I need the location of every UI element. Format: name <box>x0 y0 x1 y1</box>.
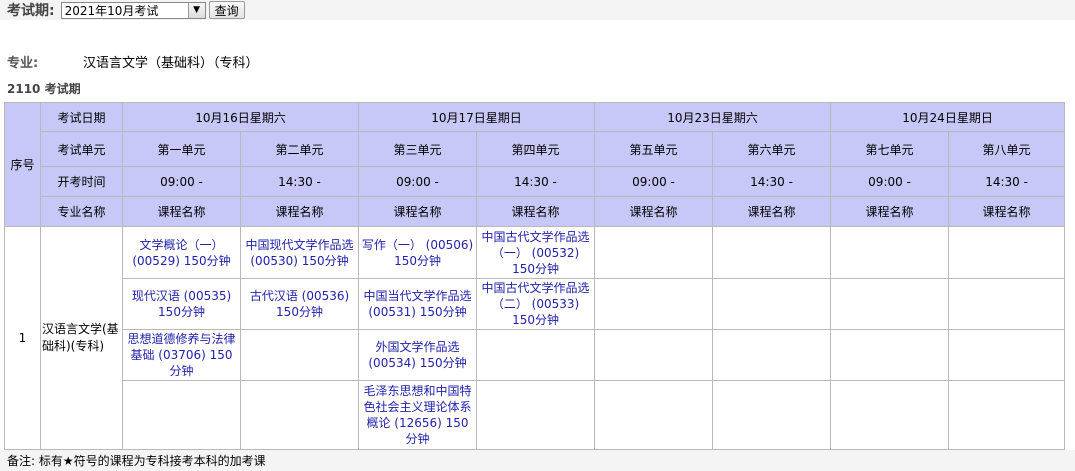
table-row: 毛泽东思想和中国特色社会主义理论体系概论 (12656) 150分钟 <box>5 380 1066 450</box>
course-cell: 写作（一） (00506) 150分钟 <box>358 226 478 279</box>
course-cell <box>830 329 950 381</box>
course-link[interactable]: 写作（一） (00506) 150分钟 <box>361 237 474 269</box>
major-value: 汉语言文学（基础科）（专科） <box>83 56 259 71</box>
footnote: 备注: 标有★符号的课程为专科接考本科的加考课 <box>0 450 1075 471</box>
time-header: 14:30 - <box>712 166 832 197</box>
major-label: 专业: <box>7 56 39 71</box>
seq-cell: 1 <box>4 226 41 450</box>
course-cell <box>239 380 360 450</box>
table-row: 思想道德修养与法律基础 (03706) 150分钟 外国文学作品选(00534) … <box>5 329 1066 381</box>
course-cell <box>830 278 950 330</box>
course-cell: 现代汉语 (00535) 150分钟 <box>122 278 241 330</box>
time-header: 14:30 - <box>948 166 1066 197</box>
course-header: 课程名称 <box>830 196 950 227</box>
header-row-units: 考试单元 第一单元 第二单元 第三单元 第四单元 第五单元 第六单元 第七单元 第八单元 <box>5 131 1066 167</box>
time-header: 09:00 - <box>358 166 478 197</box>
query-button[interactable]: 查询 <box>208 1 245 19</box>
course-link[interactable]: 中国现代文学作品选(00530) 150分钟 <box>243 237 356 269</box>
footnote-text: 备注: 标有★符号的课程为专科接考本科的加考课 <box>7 454 266 468</box>
unit-header: 第二单元 <box>239 131 360 167</box>
exam-schedule-table: 序号 考试日期 10月16日星期六 10月17日星期日 10月23日星期六 10月24日星… <box>4 102 1066 450</box>
course-cell <box>948 226 1066 279</box>
time-header: 09:00 - <box>830 166 950 197</box>
course-cell: 中国当代文学作品选(00531) 150分钟 <box>358 278 478 330</box>
unit-header: 第八单元 <box>948 131 1066 167</box>
course-cell <box>476 380 596 450</box>
unit-header: 第七单元 <box>830 131 950 167</box>
time-header: 14:30 - <box>239 166 360 197</box>
course-link[interactable]: 思想道德修养与法律基础 (03706) 150分钟 <box>125 331 238 379</box>
row-label-date: 考试日期 <box>40 102 123 132</box>
course-cell <box>948 380 1066 450</box>
time-header: 09:00 - <box>594 166 714 197</box>
course-cell <box>594 278 714 330</box>
date-header: 10月23日星期六 <box>594 102 832 132</box>
course-header: 课程名称 <box>122 196 241 227</box>
unit-header: 第五单元 <box>594 131 714 167</box>
course-cell <box>594 226 714 279</box>
header-row-dates: 序号 考试日期 10月16日星期六 10月17日星期日 10月23日星期六 10月24日星… <box>4 102 1066 227</box>
date-header: 10月17日星期日 <box>358 102 596 132</box>
date-header: 10月16日星期六 <box>121 102 360 132</box>
table-row: 现代汉语 (00535) 150分钟 古代汉语 (00536) 150分钟 中国当代… <box>5 278 1066 330</box>
course-cell <box>948 278 1066 330</box>
course-cell <box>476 329 596 381</box>
course-cell: 文学概论（一）(00529) 150分钟 <box>122 226 241 279</box>
course-link[interactable]: 现代汉语 (00535) 150分钟 <box>125 288 238 320</box>
course-header: 课程名称 <box>594 196 714 227</box>
course-cell: 毛泽东思想和中国特色社会主义理论体系概论 (12656) 150分钟 <box>358 380 478 450</box>
course-cell: 中国古代文学作品选（一） (00532) 150分钟 <box>476 226 596 279</box>
row-label-major: 专业名称 <box>40 196 123 227</box>
course-link[interactable]: 中国古代文学作品选（二） (00533) 150分钟 <box>479 280 592 328</box>
time-header: 09:00 - <box>122 166 241 197</box>
header-row-times: 开考时间 09:00 -14:30 -09:00 -14:30 -09:00 -1… <box>5 166 1066 197</box>
seq-header: 序号 <box>4 102 41 227</box>
course-header: 课程名称 <box>712 196 832 227</box>
exam-period-select[interactable]: 2021年10月考试 ▼ <box>60 1 206 19</box>
course-cell <box>712 278 832 330</box>
course-link[interactable]: 外国文学作品选(00534) 150分钟 <box>361 339 474 371</box>
course-cell: 中国现代文学作品选(00530) 150分钟 <box>239 226 360 279</box>
course-cell <box>712 380 832 450</box>
chevron-down-icon[interactable]: ▼ <box>187 2 205 18</box>
course-header: 课程名称 <box>358 196 478 227</box>
unit-header: 第六单元 <box>712 131 832 167</box>
course-cell <box>830 380 950 450</box>
date-header: 10月24日星期日 <box>830 102 1066 132</box>
course-cell <box>122 380 241 450</box>
course-cell <box>594 329 714 381</box>
course-cell <box>948 329 1066 381</box>
course-header: 课程名称 <box>239 196 360 227</box>
course-link[interactable]: 古代汉语 (00536) 150分钟 <box>243 288 356 320</box>
header-row-course: 专业名称 课程名称 课程名称 课程名称 课程名称 课程名称 课程名称 课程名称 课程名称 <box>5 196 1066 227</box>
course-cell <box>239 329 360 381</box>
period-title: 2110 考试期 <box>7 82 81 96</box>
course-link[interactable]: 中国古代文学作品选（一） (00532) 150分钟 <box>479 229 592 277</box>
course-cell <box>594 380 714 450</box>
exam-period-label: 考试期: <box>7 3 55 19</box>
table-row: 1 汉语言文学(基础科)(专科) 文学概论（一）(00529) 150分钟 中国现代文… <box>4 226 1066 450</box>
major-info: 专业: 汉语言文学（基础科）（专科） <box>7 52 259 71</box>
time-header: 14:30 - <box>476 166 596 197</box>
course-cell <box>712 329 832 381</box>
unit-header: 第三单元 <box>358 131 478 167</box>
course-header: 课程名称 <box>476 196 596 227</box>
course-link[interactable]: 中国当代文学作品选(00531) 150分钟 <box>361 288 474 320</box>
course-link[interactable]: 文学概论（一）(00529) 150分钟 <box>125 237 238 269</box>
course-cell <box>830 226 950 279</box>
exam-period-selected: 2021年10月考试 <box>64 3 159 18</box>
course-cell: 外国文学作品选(00534) 150分钟 <box>358 329 478 381</box>
course-link[interactable]: 毛泽东思想和中国特色社会主义理论体系概论 (12656) 150分钟 <box>361 383 474 447</box>
row-label-unit: 考试单元 <box>40 131 123 167</box>
row-label-time: 开考时间 <box>40 166 123 197</box>
course-cell: 思想道德修养与法律基础 (03706) 150分钟 <box>122 329 241 381</box>
course-cell: 古代汉语 (00536) 150分钟 <box>239 278 360 330</box>
unit-header: 第四单元 <box>476 131 596 167</box>
major-name-cell: 汉语言文学(基础科)(专科) <box>40 226 123 450</box>
exam-period-bar: 考试期: 2021年10月考试 ▼ 查询 <box>0 0 1075 20</box>
unit-header: 第一单元 <box>122 131 241 167</box>
course-cell: 中国古代文学作品选（二） (00533) 150分钟 <box>476 278 596 330</box>
course-cell <box>712 226 832 279</box>
course-header: 课程名称 <box>948 196 1066 227</box>
